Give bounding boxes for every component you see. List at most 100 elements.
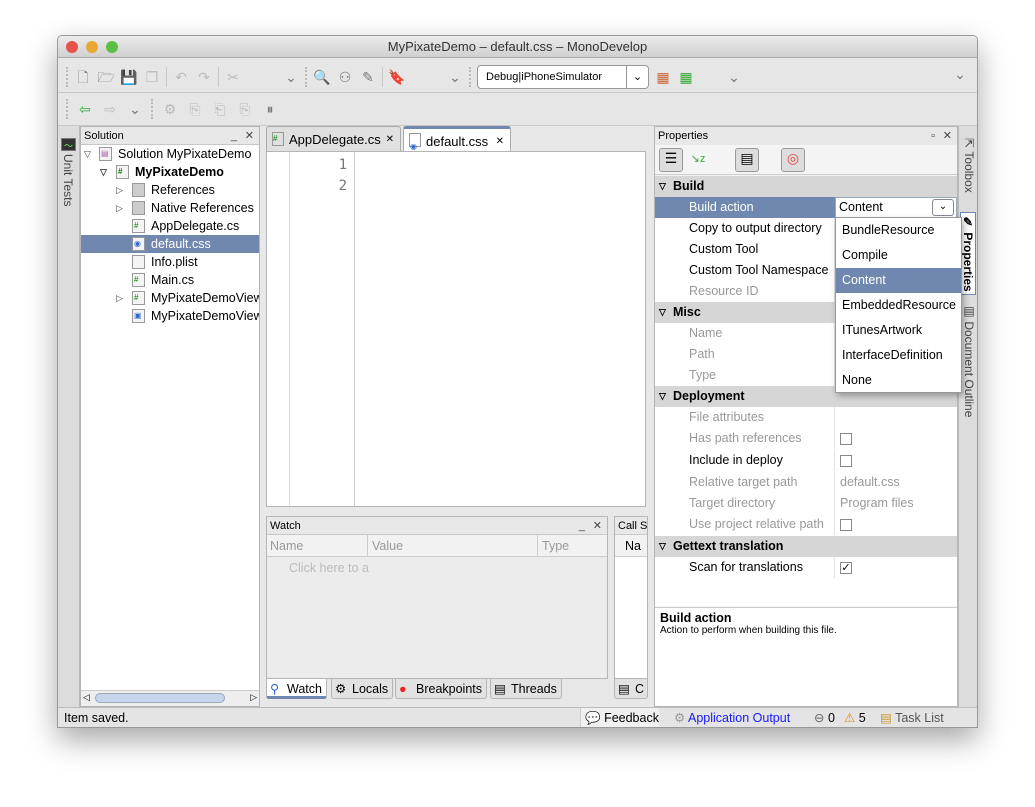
properties-tab[interactable]: ✎ Properties (960, 212, 976, 295)
category-gettext[interactable]: ▽ Gettext translation (655, 536, 957, 557)
chevron-down-icon[interactable]: ⌄ (282, 68, 300, 86)
sort-alphabetical-icon[interactable]: ↘z (689, 150, 707, 168)
minimize-window-button[interactable] (86, 41, 98, 53)
tab-call-stack[interactable]: ▤ C (614, 679, 648, 699)
build-icon[interactable]: ▦ (654, 68, 672, 86)
column-type[interactable]: Type (537, 535, 569, 557)
undo-icon[interactable]: ↶ (172, 68, 190, 86)
code-editor[interactable]: 12 (266, 151, 646, 507)
tree-item-native-references[interactable]: ▷ Native References (81, 199, 259, 217)
scan-translations-checkbox[interactable]: ✓ (840, 562, 852, 574)
include-deploy-checkbox[interactable] (840, 455, 852, 467)
close-icon[interactable]: ✕ (245, 127, 254, 145)
toolbar-grip[interactable] (305, 67, 308, 87)
expand-triangle-icon[interactable]: ▽ (659, 176, 666, 197)
column-name[interactable]: Na (615, 535, 647, 557)
tree-item-references[interactable]: ▷ References (81, 181, 259, 199)
option-embeddedresource[interactable]: EmbeddedResource (836, 293, 961, 318)
option-interfacedefinition[interactable]: InterfaceDefinition (836, 343, 961, 368)
property-build-action[interactable]: Build action Content ⌄ (655, 197, 957, 218)
expand-triangle-icon[interactable]: ▽ (659, 302, 666, 323)
configuration-select[interactable]: Debug|iPhoneSimulator ⌄ (477, 65, 649, 89)
export-icon[interactable]: ⇨ (101, 100, 119, 118)
property-pages-icon[interactable]: ▤ (735, 148, 759, 172)
option-content[interactable]: Content (836, 268, 961, 293)
rebuild-icon[interactable]: ▦ (677, 68, 695, 86)
binoculars-icon[interactable]: ⚇ (336, 68, 354, 86)
expand-triangle-icon[interactable]: ▽ (659, 386, 666, 407)
cut-icon[interactable]: ✂ (224, 68, 242, 86)
step-into-icon[interactable]: ⎘ (186, 100, 204, 118)
category-build[interactable]: ▽ Build (655, 176, 957, 197)
toolbar-grip[interactable] (151, 99, 154, 119)
expand-triangle-icon[interactable]: ▽ (659, 536, 666, 557)
scroll-right-icon[interactable]: ▷ (250, 692, 257, 703)
tab-default-css[interactable]: ◉ default.css ✕ (403, 126, 511, 151)
errors-indicator[interactable]: ⊖ 0 (814, 708, 835, 727)
document-outline-tab[interactable]: ▤ Document Outline (962, 304, 976, 417)
property-target-directory[interactable]: Target directory Program files (655, 493, 957, 514)
redo-icon[interactable]: ↷ (195, 68, 213, 86)
close-tab-icon[interactable]: ✕ (386, 127, 394, 152)
application-output-button[interactable]: ⚙ Application Output (674, 708, 790, 727)
minimize-icon[interactable]: _ (231, 127, 237, 145)
pause-icon[interactable]: ⏸ (261, 100, 279, 118)
scrollbar-thumb[interactable] (95, 693, 225, 703)
toolbar-grip[interactable] (66, 99, 69, 119)
scroll-left-icon[interactable]: ◁ (83, 692, 90, 703)
categorized-icon[interactable]: ☰ (659, 148, 683, 172)
property-scan-translations[interactable]: Scan for translations ✓ (655, 557, 957, 578)
toolbox-tab[interactable]: ⇱ Toolbox (962, 138, 976, 193)
has-path-checkbox[interactable] (840, 433, 852, 445)
chevron-down-icon[interactable]: ⌄ (932, 199, 954, 216)
expand-triangle-icon[interactable]: ▽ (84, 145, 91, 163)
tree-item-file[interactable]: # AppDelegate.cs (81, 217, 259, 235)
tab-appdelegate[interactable]: # AppDelegate.cs ✕ (266, 126, 401, 151)
close-window-button[interactable] (66, 41, 78, 53)
bookmark-icon[interactable]: 🔖 (388, 68, 406, 86)
tree-item-file-selected[interactable]: ◉ default.css (81, 235, 259, 253)
tree-item-file[interactable]: Info.plist (81, 253, 259, 271)
save-icon[interactable]: 💾 (120, 68, 138, 86)
chevron-down-icon[interactable]: ⌄ (126, 100, 144, 118)
search-icon[interactable]: 🔍 (313, 68, 331, 86)
minimize-icon[interactable]: _ (579, 517, 585, 535)
add-watch-placeholder[interactable]: Click here to a (289, 561, 379, 575)
property-file-attributes[interactable]: File attributes (655, 407, 957, 428)
property-has-path-references[interactable]: Has path references (655, 428, 957, 449)
maximize-icon[interactable]: ▫ (931, 127, 935, 145)
tree-item-project[interactable]: ▽ # MyPixateDemo (81, 163, 259, 181)
debug-settings-icon[interactable]: ⚙ (161, 100, 179, 118)
import-icon[interactable]: ⇦ (76, 100, 94, 118)
expand-triangle-icon[interactable]: ▽ (100, 163, 107, 181)
option-compile[interactable]: Compile (836, 243, 961, 268)
column-value[interactable]: Value (367, 535, 403, 557)
collapsed-triangle-icon[interactable]: ▷ (116, 181, 123, 199)
warnings-indicator[interactable]: ⚠ 5 (844, 708, 866, 727)
zoom-window-button[interactable] (106, 41, 118, 53)
tree-item-file[interactable]: ▷ # MyPixateDemoView (81, 289, 259, 307)
tab-locals[interactable]: ⚙ Locals (331, 679, 394, 699)
close-icon[interactable]: ✕ (593, 517, 602, 535)
step-over-icon[interactable]: ⎗ (211, 100, 229, 118)
build-action-select[interactable]: Content ⌄ (835, 197, 957, 218)
option-bundleresource[interactable]: BundleResource (836, 218, 961, 243)
chevron-down-icon[interactable]: ⌄ (951, 65, 969, 83)
property-use-project-relative-path[interactable]: Use project relative path (655, 514, 957, 535)
task-list-button[interactable]: ▤ Task List (880, 708, 944, 727)
tab-threads[interactable]: ▤ Threads (490, 679, 562, 699)
collapsed-triangle-icon[interactable]: ▷ (116, 199, 123, 217)
toolbar-grip[interactable] (469, 67, 472, 87)
horizontal-scrollbar[interactable]: ◁ ▷ (81, 690, 259, 706)
tab-breakpoints[interactable]: ● Breakpoints (395, 679, 488, 699)
open-folder-icon[interactable]: 🗁 (97, 68, 115, 86)
close-icon[interactable]: ✕ (943, 127, 952, 145)
step-out-icon[interactable]: ⎘ (236, 100, 254, 118)
option-none[interactable]: None (836, 368, 961, 393)
chevron-down-icon[interactable]: ⌄ (446, 68, 464, 86)
collapsed-triangle-icon[interactable]: ▷ (116, 289, 123, 307)
new-file-icon[interactable]: 🗋 (74, 68, 92, 86)
option-itunesartwork[interactable]: ITunesArtwork (836, 318, 961, 343)
use-relative-checkbox[interactable] (840, 519, 852, 531)
feedback-button[interactable]: 💬 Feedback (580, 708, 659, 727)
